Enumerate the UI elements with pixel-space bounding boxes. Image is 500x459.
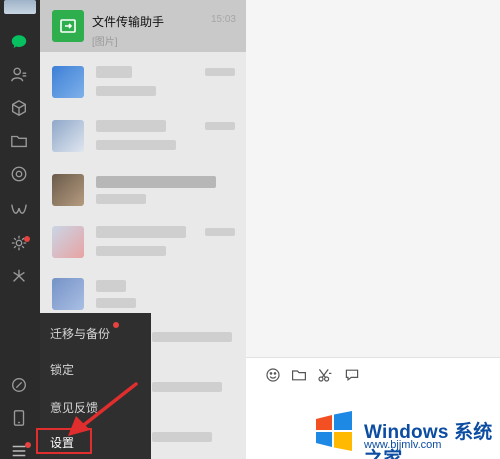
channels-icon[interactable] [8, 199, 30, 221]
menu-item-migrate-backup[interactable]: 迁移与备份 [40, 315, 151, 351]
chat-bubble-icon[interactable] [343, 366, 361, 384]
pointer-arrow [68, 382, 138, 436]
list-item[interactable] [40, 110, 246, 162]
contacts-icon[interactable] [8, 64, 30, 86]
windows-logo-icon [316, 411, 352, 451]
chat-preview: [图片] [92, 37, 118, 48]
left-nav-bar [0, 0, 40, 459]
avatar [52, 278, 84, 310]
scissors-icon[interactable] [316, 366, 334, 384]
notification-dot [24, 236, 30, 242]
watermark-title: Windows 系统之家 [364, 422, 493, 459]
watermark-url: www.bjjmlv.com [364, 439, 442, 451]
watermark: Windows 系统之家 www.bjjmlv.com [312, 405, 500, 459]
avatar[interactable] [4, 0, 36, 14]
chat-time: 15:03 [210, 14, 236, 25]
avatar [52, 66, 84, 98]
phone-icon[interactable] [8, 407, 30, 429]
avatar [52, 226, 84, 258]
chat-panel [246, 0, 500, 459]
avatar [52, 120, 84, 152]
menu-item-label: 锁定 [50, 362, 75, 377]
avatar [52, 174, 84, 206]
folder-icon[interactable] [290, 366, 308, 384]
file-transfer-avatar [52, 10, 84, 42]
emoji-icon[interactable] [264, 366, 282, 384]
list-item[interactable] [40, 56, 246, 108]
notification-dot [113, 322, 119, 328]
cube-icon[interactable] [8, 97, 30, 119]
notification-dot [25, 442, 31, 448]
search-icon[interactable] [8, 265, 30, 287]
list-item-file-transfer[interactable]: 文件传输助手 [图片] 15:03 [40, 0, 246, 52]
folder-icon[interactable] [8, 130, 30, 152]
chat-icon[interactable] [8, 31, 30, 53]
link-icon[interactable] [8, 374, 30, 396]
wechat-window: 文件传输助手 [图片] 15:03 迁移与备份 锁定 意见反馈 设置 Windo… [0, 0, 500, 459]
menu-item-label: 迁移与备份 [50, 326, 111, 341]
chat-name: 文件传输助手 [92, 15, 165, 29]
list-item[interactable] [40, 164, 246, 216]
moments-icon[interactable] [8, 163, 30, 185]
list-item[interactable] [40, 216, 246, 268]
